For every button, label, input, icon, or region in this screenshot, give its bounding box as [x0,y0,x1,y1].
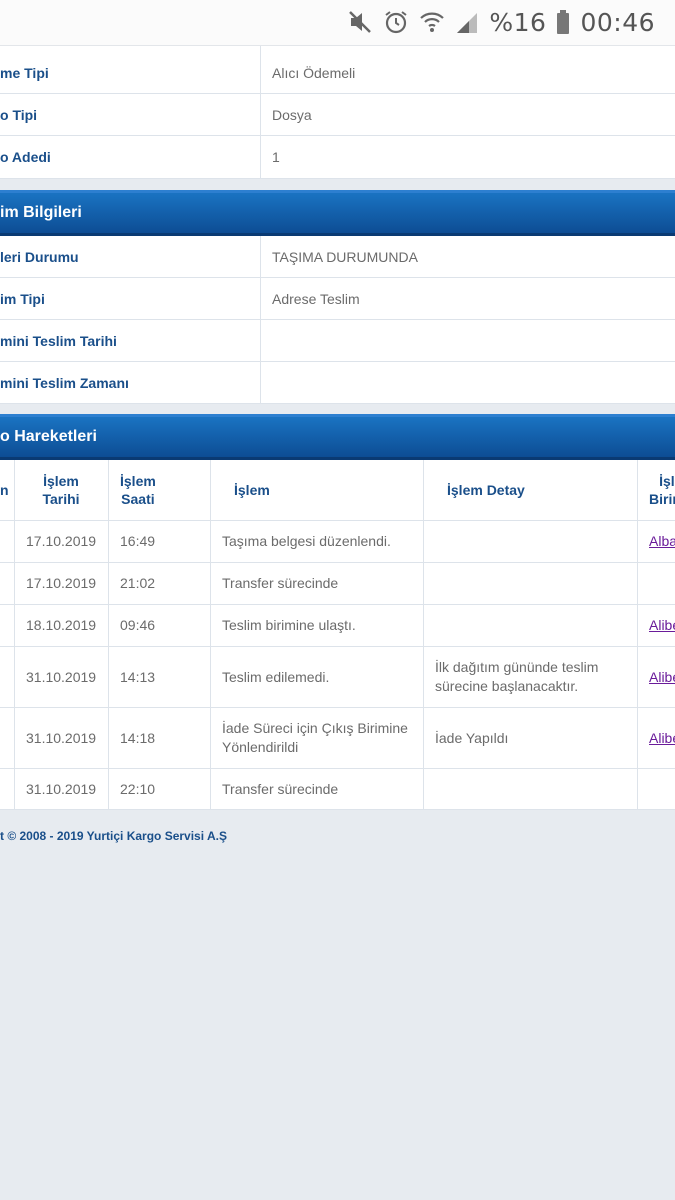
cell-date: 17.10.2019 [26,533,97,549]
cell-action: Transfer sürecinde [222,780,339,797]
cell-time: 21:02 [120,575,156,591]
info-label: im Tipi [0,290,45,307]
cell-time: 22:10 [120,780,156,797]
cell-date: 31.10.2019 [26,668,97,685]
cell-unit-link[interactable] [649,769,675,809]
status-bar: %16 00:46 [0,0,675,46]
section-title: im Bilgileri [0,204,82,221]
col-header: n [0,482,9,498]
cell-unit-link[interactable] [649,563,675,604]
section-gap [0,179,675,190]
info-row: o Adedi 1 [0,136,675,179]
cell-action: Teslim birimine ulaştı. [222,617,356,633]
cell-date: 18.10.2019 [26,617,97,633]
cell-action: Transfer sürecinde [222,575,339,591]
info-row: mini Teslim Tarihi [0,320,675,362]
column-divider [14,460,15,810]
movements-table: n İşlem Tarihi İşlem Saati İşlem İşlem D… [0,460,675,810]
shipment-info-table: me Tipi Alıcı Ödemeli o Tipi Dosya o Ade… [0,46,675,179]
cell-time: 16:49 [120,533,156,549]
info-label: o Tipi [0,106,38,123]
cell-action: İade Süreci için Çıkış Birimine Yönlendi… [222,720,408,755]
cell-unit-link[interactable]: Alba [649,521,675,562]
column-divider [210,460,211,810]
table-row: 17.10.2019 16:49 Taşıma belgesi düzenlen… [0,521,675,563]
cell-detail: İlk dağıtım gününde teslim sürecine başl… [435,659,599,694]
info-row: me Tipi Alıcı Ödemeli [0,46,675,94]
col-header-detail: İşlem Detay [447,482,525,498]
cell-action: Taşıma belgesi düzenlendi. [222,533,391,549]
info-label: mini Teslim Tarihi [0,332,117,349]
info-row: mini Teslim Zamanı [0,362,675,404]
delivery-info-table: leri Durumu TAŞIMA DURUMUNDA im Tipi Adr… [0,236,675,404]
cell-detail [435,563,625,604]
mute-icon [347,9,373,35]
battery-icon [556,9,570,35]
table-row: 18.10.2019 09:46 Teslim birimine ulaştı.… [0,605,675,647]
table-row: 31.10.2019 14:18 İade Süreci için Çıkış … [0,708,675,769]
cell-time: 14:18 [120,729,156,746]
alarm-icon [383,9,409,35]
copyright-footer: t © 2008 - 2019 Yurtiçi Kargo Servisi A.… [0,829,227,843]
cell-time: 09:46 [120,617,156,633]
info-row: o Tipi Dosya [0,94,675,136]
cell-unit-link[interactable]: Alibe [649,605,675,646]
col-header-date: İşlem Tarihi [42,473,80,507]
info-value: Dosya [272,106,312,123]
cell-detail: İade Yapıldı [435,729,509,746]
table-row: 31.10.2019 14:13 Teslim edilemedi. İlk d… [0,647,675,708]
info-label: o Adedi [0,149,51,165]
section-title: o Hareketleri [0,428,97,445]
cell-detail [435,605,625,646]
cell-unit-link[interactable]: Alibe [649,647,675,707]
page-content: me Tipi Alıcı Ödemeli o Tipi Dosya o Ade… [0,46,675,1200]
section-gap [0,404,675,414]
cell-date: 31.10.2019 [26,729,97,746]
column-divider [637,460,638,810]
info-row: leri Durumu TAŞIMA DURUMUNDA [0,236,675,278]
info-label: mini Teslim Zamanı [0,374,129,391]
col-header-unit: İşl Birim [649,473,675,507]
cell-detail [435,521,625,562]
column-divider [423,460,424,810]
info-label: leri Durumu [0,248,79,265]
info-label: me Tipi [0,64,49,81]
cell-action: Teslim edilemedi. [222,668,330,685]
cell-date: 17.10.2019 [26,575,97,591]
info-value: 1 [272,149,280,165]
info-value: TAŞIMA DURUMUNDA [272,248,418,265]
column-divider [108,460,109,810]
cell-unit-link[interactable]: Alibe [649,708,675,768]
clock: 00:46 [580,7,655,37]
signal-icon [455,9,479,35]
status-icons: %16 00:46 [347,6,655,38]
movements-section-header: o Hareketleri [0,414,675,460]
table-row: 31.10.2019 22:10 Transfer sürecinde [0,769,675,810]
info-value: Adrese Teslim [272,290,360,307]
cell-date: 31.10.2019 [26,780,97,797]
col-header-time: İşlem Saati [120,473,156,507]
cell-detail [435,769,625,809]
delivery-section-header: im Bilgileri [0,190,675,236]
col-header-action: İşlem [234,482,270,498]
info-row: im Tipi Adrese Teslim [0,278,675,320]
cell-time: 14:13 [120,668,156,685]
info-value: Alıcı Ödemeli [272,64,356,81]
battery-percent: %16 [489,7,547,37]
wifi-icon [419,9,445,35]
table-row: 17.10.2019 21:02 Transfer sürecinde [0,563,675,605]
table-header-row: n İşlem Tarihi İşlem Saati İşlem İşlem D… [0,460,675,521]
